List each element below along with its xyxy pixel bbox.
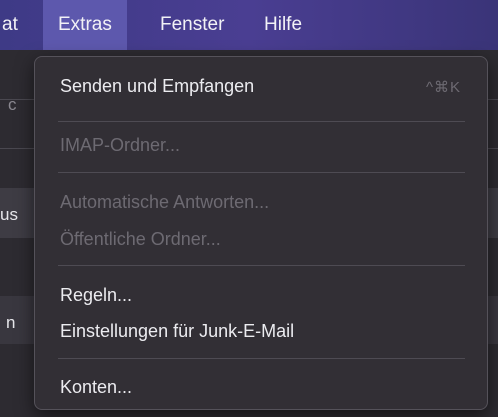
menu-item-konten[interactable]: Konten... — [60, 377, 132, 398]
menu-item-imap-ordner: IMAP-Ordner... — [60, 135, 181, 155]
menubar-item-hilfe[interactable]: Hilfe — [264, 0, 302, 50]
menu-item-senden-und-empfangen[interactable]: Senden und Empfangen — [60, 76, 254, 97]
menubar-item-extras[interactable]: Extras — [43, 0, 127, 50]
extras-dropdown-menu: Senden und Empfangen ^⌘K IMAP-Ordner... … — [34, 56, 488, 410]
background-text: n — [6, 313, 16, 332]
menu-separator — [58, 265, 465, 266]
background-text: c — [8, 95, 17, 114]
menu-item-oeffentliche-ordner: Öffentliche Ordner... — [60, 229, 221, 249]
menu-item-junk-e-mail-einstellungen[interactable]: Einstellungen für Junk-E-Mail — [60, 321, 294, 342]
menu-separator — [58, 172, 465, 173]
menu-separator — [58, 358, 465, 359]
shortcut-label: ^⌘K — [425, 79, 461, 96]
menubar-item-fenster[interactable]: Fenster — [160, 0, 224, 50]
menu-bar: at Extras Fenster Hilfe — [0, 0, 498, 50]
menu-item-automatische-antworten: Automatische Antworten... — [60, 192, 270, 212]
menu-item-regeln[interactable]: Regeln... — [60, 285, 132, 306]
background-text: us — [0, 205, 18, 224]
menubar-item-format[interactable]: at — [2, 0, 18, 50]
menu-separator — [58, 121, 465, 122]
